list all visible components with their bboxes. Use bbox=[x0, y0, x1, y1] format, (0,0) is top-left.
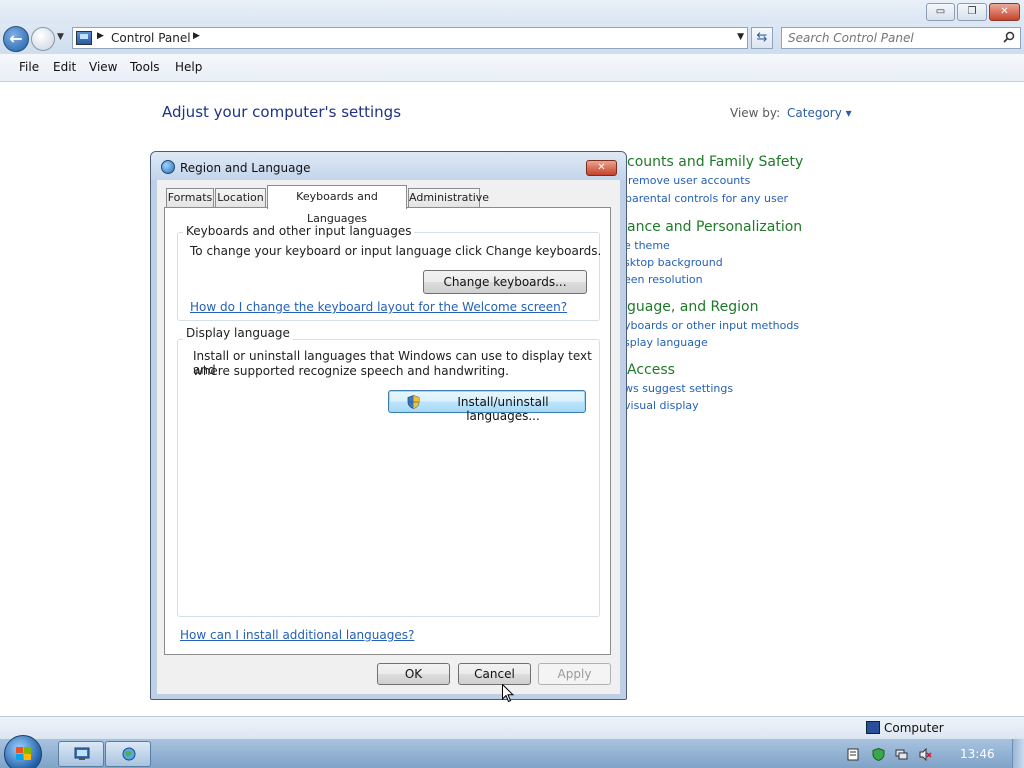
clock[interactable]: 13:46 bbox=[960, 747, 995, 761]
tab-keyboards-and-languages[interactable]: Keyboards and Languages bbox=[267, 185, 407, 225]
keyboards-group-title: Keyboards and other input languages bbox=[183, 224, 415, 238]
category-appearance[interactable]: ance and Personalization bbox=[627, 219, 802, 235]
action-center-icon[interactable] bbox=[847, 748, 860, 761]
volume-muted-icon[interactable] bbox=[919, 748, 932, 761]
navigation-bar: ← ▼ ▶ Control Panel ▶ ▼ ⇆ bbox=[0, 24, 1024, 54]
view-by-dropdown[interactable]: Category ▾ bbox=[787, 106, 852, 120]
category-link[interactable]: yboards or other input methods bbox=[624, 319, 799, 332]
taskbar-control-panel-button[interactable] bbox=[58, 741, 104, 767]
breadcrumb-chevron-icon[interactable]: ▶ bbox=[97, 31, 104, 41]
tab-formats[interactable]: Formats bbox=[166, 188, 214, 208]
view-by-label: View by: bbox=[730, 106, 781, 120]
category-link[interactable]: splay language bbox=[624, 336, 708, 349]
dialog-close-button[interactable]: ✕ bbox=[586, 160, 617, 176]
taskbar-region-language-button[interactable] bbox=[105, 741, 151, 767]
change-keyboards-button[interactable]: Change keyboards... bbox=[423, 270, 587, 294]
menu-bar: File Edit View Tools Help bbox=[0, 54, 1024, 82]
page-title: Adjust your computer's settings bbox=[162, 103, 402, 121]
security-shield-icon[interactable] bbox=[872, 748, 885, 761]
category-user-accounts[interactable]: counts and Family Safety bbox=[627, 154, 803, 170]
menu-edit[interactable]: Edit bbox=[53, 60, 76, 74]
status-location: Computer bbox=[884, 721, 944, 735]
apply-button[interactable]: Apply bbox=[538, 663, 611, 685]
show-desktop-button[interactable] bbox=[1012, 739, 1024, 768]
refresh-button[interactable]: ⇆ bbox=[751, 27, 773, 49]
breadcrumb-control-panel[interactable]: Control Panel bbox=[111, 31, 191, 45]
ok-button[interactable]: OK bbox=[377, 663, 450, 685]
search-icon[interactable] bbox=[1003, 31, 1015, 43]
display-language-description-line2: where supported recognize speech and han… bbox=[193, 364, 509, 378]
windows-logo-icon bbox=[16, 747, 31, 760]
category-link[interactable]: parental controls for any user bbox=[625, 192, 788, 205]
search-box[interactable] bbox=[781, 27, 1021, 49]
welcome-keyboard-help-link[interactable]: How do I change the keyboard layout for … bbox=[190, 300, 567, 314]
dialog-title: Region and Language bbox=[180, 161, 311, 175]
computer-icon bbox=[866, 721, 880, 734]
category-link[interactable]: sktop background bbox=[624, 256, 723, 269]
cancel-button[interactable]: Cancel bbox=[458, 663, 531, 685]
network-icon[interactable] bbox=[895, 748, 908, 761]
category-clock-language-region[interactable]: guage, and Region bbox=[627, 299, 758, 315]
category-link[interactable]: e theme bbox=[624, 239, 670, 252]
install-uninstall-languages-button[interactable]: Install/uninstall languages... bbox=[388, 390, 586, 423]
menu-view[interactable]: View bbox=[89, 60, 117, 74]
maximize-button[interactable]: ❐ bbox=[957, 3, 987, 21]
tab-panel: Keyboards and other input languages To c… bbox=[164, 207, 611, 655]
address-history-dropdown-icon[interactable]: ▼ bbox=[737, 32, 744, 42]
control-panel-icon bbox=[76, 31, 92, 45]
category-link[interactable]: ws suggest settings bbox=[624, 382, 733, 395]
forward-button[interactable] bbox=[31, 27, 55, 51]
category-link[interactable]: remove user accounts bbox=[628, 174, 750, 187]
taskbar: 13:46 bbox=[0, 735, 1024, 768]
display-language-group-title: Display language bbox=[183, 326, 293, 340]
globe-icon bbox=[161, 160, 175, 174]
breadcrumb-chevron-icon[interactable]: ▶ bbox=[193, 31, 200, 41]
menu-file[interactable]: File bbox=[19, 60, 39, 74]
uac-shield-icon bbox=[407, 395, 420, 409]
category-ease-of-access[interactable]: Access bbox=[627, 362, 675, 378]
globe-icon bbox=[122, 747, 136, 761]
search-input[interactable] bbox=[788, 30, 998, 46]
category-link[interactable]: visual display bbox=[624, 399, 699, 412]
address-bar[interactable]: ▶ Control Panel ▶ ▼ bbox=[72, 27, 748, 49]
close-button[interactable]: ✕ bbox=[989, 3, 1020, 21]
tab-location[interactable]: Location bbox=[215, 188, 266, 208]
status-bar: Computer bbox=[0, 716, 1024, 738]
back-button[interactable]: ← bbox=[3, 26, 29, 52]
category-link[interactable]: een resolution bbox=[624, 273, 703, 286]
keyboards-description: To change your keyboard or input languag… bbox=[190, 244, 602, 258]
install-uninstall-languages-label: Install/uninstall languages... bbox=[457, 395, 549, 423]
minimize-button[interactable]: ▭ bbox=[926, 3, 955, 21]
window-titlebar: ▭ ❐ ✕ bbox=[0, 0, 1024, 24]
display-language-group bbox=[177, 339, 600, 617]
dialog-titlebar[interactable]: Region and Language ✕ bbox=[151, 152, 626, 180]
menu-tools[interactable]: Tools bbox=[130, 60, 160, 74]
recent-pages-dropdown-icon[interactable]: ▼ bbox=[57, 32, 64, 42]
install-additional-languages-link[interactable]: How can I install additional languages? bbox=[180, 628, 414, 642]
start-button[interactable] bbox=[4, 735, 42, 768]
menu-help[interactable]: Help bbox=[175, 60, 202, 74]
mouse-cursor-icon bbox=[502, 684, 514, 703]
control-panel-icon bbox=[74, 747, 90, 760]
tab-administrative[interactable]: Administrative bbox=[408, 188, 489, 208]
